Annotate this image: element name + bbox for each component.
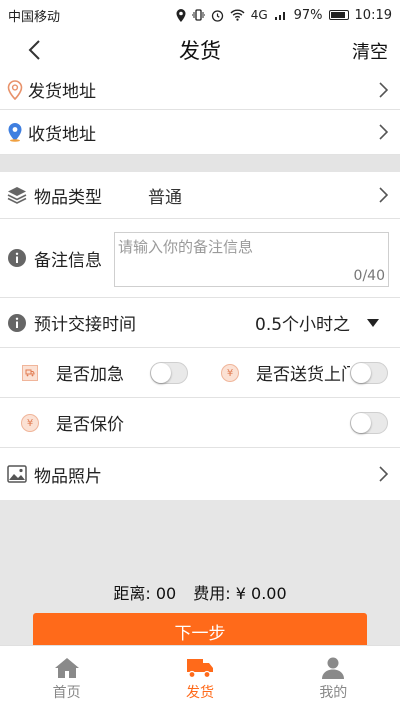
alarm-icon [211, 9, 223, 22]
remark-input[interactable]: 请输入你的备注信息 0/40 [114, 232, 389, 287]
truck-icon [186, 658, 213, 678]
status-bar: 中国移动 4G 97% 10:19 [0, 0, 400, 30]
page-title: 发货 [179, 39, 221, 63]
vibrate-icon [191, 9, 205, 21]
fee-text: 费用: ¥ 0.00 [193, 584, 287, 603]
layers-icon [6, 184, 28, 206]
battery-percent: 97% [293, 7, 323, 23]
urgent-icon [22, 365, 38, 381]
wifi-icon [230, 9, 245, 21]
status-icons: 4G 97% 10:19 [176, 8, 392, 23]
photos-row[interactable]: 物品照片 [0, 448, 400, 500]
next-step-button[interactable]: 下一步 [33, 613, 367, 649]
remark-placeholder: 请输入你的备注信息 [118, 238, 254, 256]
tab-bar: 首页 发货 我的 [0, 645, 400, 711]
chevron-right-icon [379, 124, 388, 140]
home-icon [54, 657, 79, 678]
chevron-right-icon [379, 466, 388, 482]
network-type: 4G [250, 8, 268, 22]
tab-ship[interactable]: 发货 [133, 646, 266, 711]
pin-outline-icon [4, 79, 26, 101]
door-delivery-toggle[interactable] [350, 362, 388, 384]
section-separator [0, 155, 400, 172]
triangle-down-icon[interactable] [367, 319, 379, 327]
send-address-label: 发货地址 [28, 82, 96, 102]
clock: 10:19 [354, 7, 392, 23]
options-row: 是否加急 ¥ 是否送货上门 [0, 348, 400, 398]
tab-home-label: 首页 [52, 684, 81, 701]
tab-home[interactable]: 首页 [0, 646, 133, 711]
item-type-row[interactable]: 物品类型 普通 [0, 172, 400, 219]
tab-ship-label: 发货 [185, 684, 214, 701]
remark-char-count: 0/40 [353, 268, 385, 284]
door-delivery-label: 是否送货上门 [256, 365, 350, 385]
location-icon [176, 8, 186, 22]
item-type-label: 物品类型 [34, 187, 102, 208]
signal-icon [274, 12, 285, 20]
carrier-name: 中国移动 [8, 9, 61, 25]
tab-mine-label: 我的 [319, 684, 348, 701]
insured-toggle[interactable] [350, 412, 388, 434]
yuan-icon: ¥ [221, 364, 239, 382]
distance-text: 距离: 00 [113, 584, 177, 603]
chevron-left-icon [28, 40, 40, 60]
urgent-toggle[interactable] [150, 362, 188, 384]
remark-label: 备注信息 [34, 250, 102, 271]
fee-summary: 距离: 00 费用: ¥ 0.00 [0, 580, 400, 604]
user-icon [322, 657, 345, 679]
battery-icon [328, 10, 349, 20]
image-icon [6, 463, 28, 485]
info-icon [6, 312, 28, 334]
navigation-bar: 发货 清空 [0, 30, 400, 70]
handover-time-row[interactable]: 预计交接时间 0.5个小时之 [0, 298, 400, 348]
handover-time-label: 预计交接时间 [34, 315, 136, 335]
photos-label: 物品照片 [34, 466, 102, 487]
urgent-label: 是否加急 [56, 365, 124, 385]
item-type-value: 普通 [148, 187, 182, 208]
tab-mine[interactable]: 我的 [267, 646, 400, 711]
receive-address-label: 收货地址 [28, 124, 96, 145]
insured-row: ¥ 是否保价 [0, 398, 400, 448]
send-address-row[interactable]: 发货地址 [0, 70, 400, 110]
info-icon [6, 247, 28, 269]
door-delivery-label-wrap: 是否送货上门 [256, 360, 350, 385]
yuan-icon: ¥ [21, 414, 39, 432]
back-button[interactable] [20, 34, 48, 66]
insured-label: 是否保价 [56, 415, 124, 435]
clear-button[interactable]: 清空 [352, 38, 388, 64]
chevron-right-icon [379, 187, 388, 203]
handover-time-value[interactable]: 0.5个小时之 [255, 310, 350, 335]
pin-filled-icon [4, 121, 26, 143]
receive-address-row[interactable]: 收货地址 [0, 110, 400, 155]
chevron-right-icon [379, 81, 388, 98]
